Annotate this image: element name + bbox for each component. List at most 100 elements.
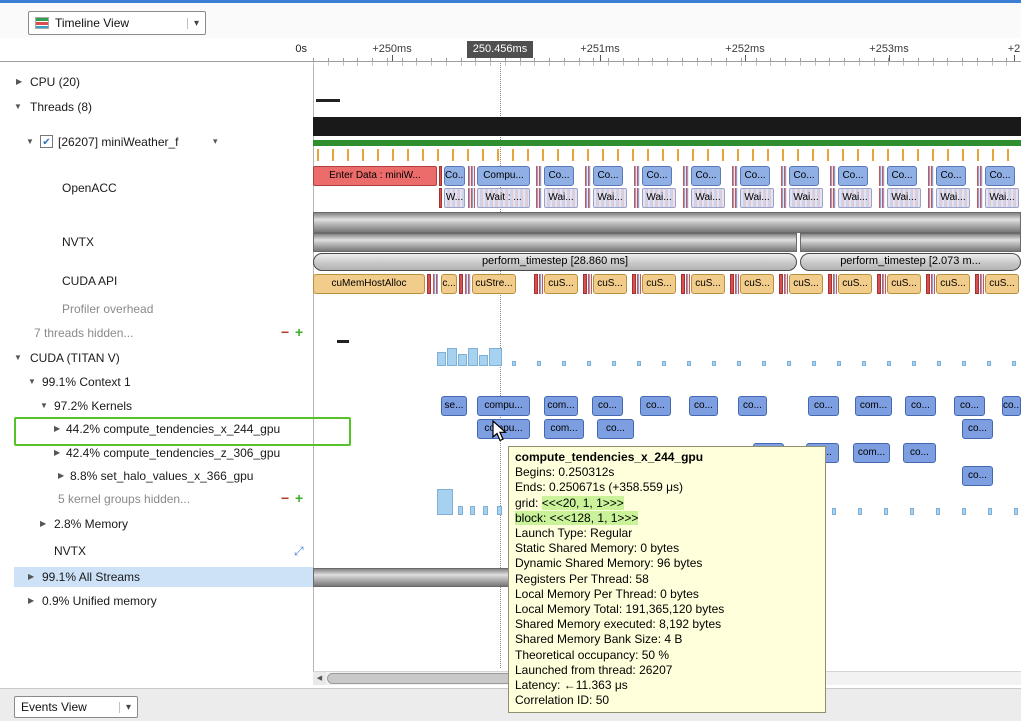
timeline-bar-api[interactable]: cuS... [887, 274, 921, 294]
timeline-bar-mem-marker[interactable] [862, 361, 866, 366]
timeline-bar-acc[interactable]: Co... [985, 166, 1015, 186]
timeline-bar-api[interactable]: cuS... [740, 274, 774, 294]
timeline-bar-acc[interactable]: Co... [593, 166, 623, 186]
timeline-bar-acc[interactable]: Co... [740, 166, 770, 186]
timeline-bar-mem-marker[interactable] [936, 508, 940, 515]
timeline-bar-red[interactable]: Enter Data : miniW... [313, 166, 437, 186]
tree-item-kernels[interactable]: ▼97.2% Kernels [0, 396, 313, 416]
timeline-bar-mem-marker[interactable] [587, 361, 591, 366]
timeline-bar-mem-marker[interactable] [662, 361, 666, 366]
timeline-bar-kern[interactable]: se... [441, 396, 467, 416]
process-checkbox[interactable]: ✔ [40, 135, 53, 148]
timeline-bar-kern[interactable]: co... [954, 396, 985, 416]
timeline-bar-acc[interactable]: Co... [789, 166, 819, 186]
timeline-bar-mem-marker[interactable] [962, 508, 966, 515]
timeline-bar-wait[interactable]: Wai... [838, 188, 872, 208]
timeline-bar-nvtx-marker[interactable] [800, 233, 1021, 252]
chevron-down-icon[interactable]: ▾ [213, 136, 218, 147]
timeline-bar-wait[interactable]: W... [444, 188, 465, 208]
timeline-bar-api[interactable]: cuS... [789, 274, 823, 294]
timeline-bar-mem-marker[interactable] [1012, 361, 1016, 366]
timeline-bar-wait[interactable]: Wai... [789, 188, 823, 208]
timeline-bar-wait[interactable]: Wait : ... [477, 188, 530, 208]
timeline-bar-mem-marker[interactable] [489, 348, 502, 366]
timeline-bar-wait[interactable]: Wai... [593, 188, 627, 208]
collapse-arrow-icon[interactable]: ▼ [40, 401, 48, 410]
timeline-bar-mem-marker[interactable] [837, 361, 841, 366]
tree-item-memory[interactable]: ▶2.8% Memory [0, 514, 313, 534]
timeline-bar-mem-marker[interactable] [812, 361, 816, 366]
timeline-bar-wait[interactable]: Wai... [740, 188, 774, 208]
timeline-bar-mem-marker[interactable] [1014, 508, 1018, 515]
timeline-bar-wait[interactable]: Wai... [691, 188, 725, 208]
tree-item-kernel-halo-366[interactable]: ▶8.8% set_halo_values_x_366_gpu [0, 466, 313, 486]
timeline-bar-mem-marker[interactable] [884, 508, 888, 515]
timeline-bar-mem-marker[interactable] [512, 361, 516, 366]
tree-item-all-streams[interactable]: ▶99.1% All Streams [0, 567, 313, 587]
timeline-bar-acc[interactable]: Co... [691, 166, 721, 186]
timeline-bar-mem-marker[interactable] [458, 506, 463, 515]
timeline-bar-nvtx-marker[interactable] [313, 233, 797, 252]
timeline-bar-mem-marker[interactable] [937, 361, 941, 366]
timeline-bar-api[interactable]: cuS... [642, 274, 676, 294]
timeline-bar-mem-marker[interactable] [832, 508, 836, 515]
timeline-bar-kern[interactable]: co... [962, 466, 993, 486]
tree-item-nvtx-streams[interactable]: NVTX⤢ [0, 541, 313, 561]
timeline-bar-mem-marker[interactable] [470, 506, 475, 515]
tree-item-cpu[interactable]: ▶CPU (20) [0, 72, 313, 92]
timeline-bar-nvtx-marker[interactable] [313, 212, 1021, 233]
tree-item-openacc[interactable]: OpenACC [0, 178, 313, 198]
timeline-bar-kern[interactable]: co... [962, 419, 993, 439]
expand-rows-icon[interactable]: ⤢ [294, 544, 304, 559]
expand-arrow-icon[interactable]: ▶ [58, 471, 64, 480]
timeline-bar-mem-marker[interactable] [437, 489, 453, 515]
hide-rows-icon[interactable]: − [281, 324, 289, 340]
show-rows-icon[interactable]: + [295, 324, 303, 340]
timeline-bar-range[interactable]: perform_timestep [28.860 ms] [313, 253, 797, 271]
timeline-bar-mem-marker[interactable] [762, 361, 766, 366]
timeline-bar-mem-marker[interactable] [437, 352, 446, 366]
tree-item-profiler-overhead[interactable]: Profiler overhead [0, 299, 313, 319]
timeline-bar-kern[interactable]: co... [903, 443, 936, 463]
timeline-bar-kern[interactable]: co... [597, 419, 634, 439]
timeline-bar-kern[interactable]: compu... [477, 396, 530, 416]
timeline-bar-api[interactable]: cuS... [691, 274, 725, 294]
tree-item-unified-memory[interactable]: ▶0.9% Unified memory [0, 591, 313, 611]
collapse-arrow-icon[interactable]: ▼ [14, 102, 22, 111]
tree-item-threads-hidden[interactable]: 7 threads hidden...−+ [0, 323, 313, 343]
tree-item-kernel-z-306[interactable]: ▶42.4% compute_tendencies_z_306_gpu [0, 443, 313, 463]
timeline-bar-kern[interactable]: com... [855, 396, 892, 416]
timeline-bar-mem-marker[interactable] [562, 361, 566, 366]
timeline-bar-kern[interactable]: com... [544, 396, 578, 416]
timeline-bar-mem-marker[interactable] [737, 361, 741, 366]
timeline-bar-kern[interactable]: co... [905, 396, 936, 416]
timeline-bar-kern[interactable]: co... [640, 396, 671, 416]
expand-arrow-icon[interactable]: ▶ [28, 572, 34, 581]
timeline-bar-mem-marker[interactable] [687, 361, 691, 366]
timeline-bar-mem-marker[interactable] [887, 361, 891, 366]
timeline-bar-wait[interactable]: Wai... [544, 188, 578, 208]
timeline-bar-mem-marker[interactable] [962, 361, 966, 366]
timeline-bar-acc[interactable]: Co... [544, 166, 574, 186]
tree-item-cuda-api[interactable]: CUDA API [0, 271, 313, 291]
timeline-bar-kern[interactable]: co... [1002, 396, 1021, 416]
timeline-bar-acc[interactable]: Compu... [477, 166, 530, 186]
timeline-bar-kern[interactable]: co... [689, 396, 718, 416]
timeline-bar-acc[interactable]: Co... [444, 166, 465, 186]
timeline-bar-api[interactable]: cuS... [985, 274, 1019, 294]
expand-arrow-icon[interactable]: ▶ [54, 448, 60, 457]
tree-item-nvtx-thread[interactable]: NVTX [0, 232, 313, 252]
timeline-bar-acc[interactable]: Co... [642, 166, 672, 186]
collapse-arrow-icon[interactable]: ▼ [28, 377, 36, 386]
timeline-bar-mem-marker[interactable] [910, 508, 914, 515]
tree-item-threads[interactable]: ▼Threads (8) [0, 97, 313, 117]
timeline-bar-api[interactable]: cuStre... [472, 274, 516, 294]
collapse-arrow-icon[interactable]: ▼ [26, 137, 34, 146]
timeline-bar-mem-marker[interactable] [458, 354, 467, 366]
timeline-bar-api[interactable]: cuMemHostAlloc [313, 274, 425, 294]
expand-arrow-icon[interactable]: ▶ [28, 596, 34, 605]
timeline-bar-mem-marker[interactable] [988, 508, 992, 515]
timeline-bar-wait[interactable]: Wai... [642, 188, 676, 208]
timeline-bar-mem-marker[interactable] [912, 361, 916, 366]
timeline-bar-mem-marker[interactable] [447, 348, 457, 366]
